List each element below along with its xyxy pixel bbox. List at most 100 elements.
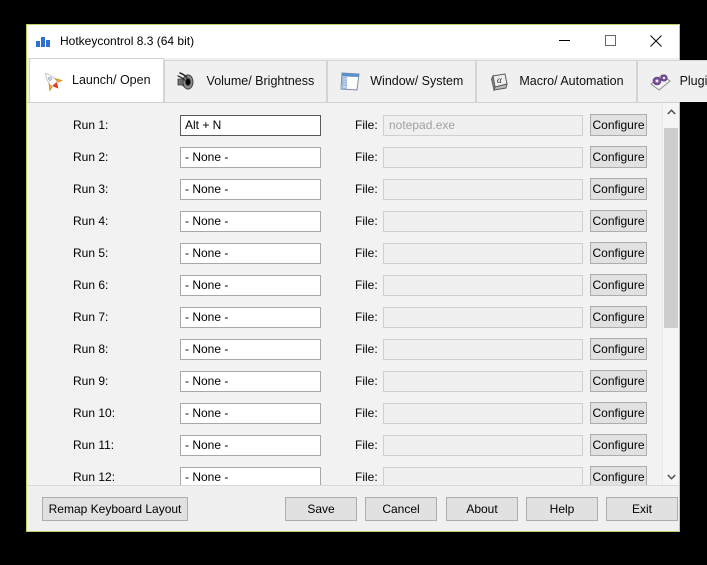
file-input[interactable] [383,338,583,360]
run-label: Run 5: [73,246,109,260]
configure-button[interactable]: Configure [590,146,647,168]
hotkey-input[interactable]: - None - [180,242,321,264]
run-label: Run 7: [73,310,109,324]
hotkey-input[interactable]: - None - [180,178,321,200]
hotkey-input[interactable]: - None - [180,210,321,232]
hotkey-input[interactable]: Alt + N [180,114,321,136]
file-label: File: [355,470,378,484]
rocket-icon [39,68,65,94]
cancel-button[interactable]: Cancel [365,497,437,521]
hotkey-rows: Run 1: Alt + N File: notepad.exe Configure Ru… [27,103,679,485]
file-input[interactable] [383,274,583,296]
tab-label: Plugins [679,74,707,89]
hotkey-input[interactable]: - None - [180,434,321,456]
bar-chart-icon [36,33,52,49]
file-label: File: [355,278,378,292]
configure-button[interactable]: Configure [590,178,647,200]
hotkey-input[interactable]: - None - [180,370,321,392]
window-controls [541,25,679,57]
hotkey-row: Run 4: - None - File: Configure [27,205,679,237]
hotkey-row: Run 7: - None - File: Configure [27,301,679,333]
file-input[interactable]: notepad.exe [383,114,583,136]
file-input[interactable] [383,306,583,328]
file-label: File: [355,118,378,132]
configure-button[interactable]: Configure [590,338,647,360]
title-bar: Hotkeycontrol 8.3 (64 bit) [27,25,679,58]
configure-button[interactable]: Configure [590,466,647,485]
file-input[interactable] [383,242,583,264]
file-label: File: [355,246,378,260]
configure-button[interactable]: Configure [590,210,647,232]
tab-macro-automation[interactable]: α Macro/ Automation [476,60,637,102]
file-label: File: [355,438,378,452]
hotkey-input[interactable]: - None - [180,466,321,485]
keycap-icon: α [486,69,512,95]
file-label: File: [355,374,378,388]
remap-keyboard-layout-button[interactable]: Remap Keyboard Layout [42,497,188,521]
close-icon[interactable] [633,25,679,56]
file-label: File: [355,150,378,164]
configure-button[interactable]: Configure [590,306,647,328]
help-button[interactable]: Help [526,497,598,521]
window-icon [337,69,363,95]
vertical-scrollbar[interactable] [662,103,679,485]
gears-icon [647,69,673,95]
file-input[interactable] [383,434,583,456]
minimize-icon[interactable] [541,25,587,56]
hotkey-row: Run 11: - None - File: Configure [27,429,679,461]
tab-window-system[interactable]: Window/ System [327,60,477,102]
tab-launch-open[interactable]: Launch/ Open [29,58,164,102]
file-input[interactable] [383,178,583,200]
file-input[interactable] [383,466,583,485]
hotkey-input[interactable]: - None - [180,274,321,296]
file-label: File: [355,310,378,324]
tab-label: Window/ System [370,74,464,89]
chevron-up-icon[interactable] [663,103,679,120]
configure-button[interactable]: Configure [590,114,647,136]
configure-button[interactable]: Configure [590,274,647,296]
about-button[interactable]: About [446,497,518,521]
run-label: Run 12: [73,470,116,484]
file-label: File: [355,406,378,420]
run-label: Run 2: [73,150,109,164]
configure-button[interactable]: Configure [590,242,647,264]
tab-label: Volume/ Brightness [206,74,315,89]
file-input[interactable] [383,210,583,232]
run-label: Run 10: [73,406,116,420]
hotkey-row: Run 2: - None - File: Configure [27,141,679,173]
window-title: Hotkeycontrol 8.3 (64 bit) [60,34,195,48]
file-input[interactable] [383,146,583,168]
hotkey-row: Run 6: - None - File: Configure [27,269,679,301]
scrollbar-thumb[interactable] [664,128,678,328]
configure-button[interactable]: Configure [590,434,647,456]
tab-volume-brightness[interactable]: Volume/ Brightness [163,60,328,102]
tab-plugins[interactable]: Plugins [636,60,707,102]
speaker-icon [174,69,200,95]
exit-button[interactable]: Exit [606,497,678,521]
file-label: File: [355,342,378,356]
desktop-background: Hotkeycontrol 8.3 (64 bit) Launch/ Open … [0,0,707,565]
file-label: File: [355,182,378,196]
hotkey-row: Run 5: - None - File: Configure [27,237,679,269]
file-input[interactable] [383,370,583,392]
save-button[interactable]: Save [285,497,357,521]
hotkey-input[interactable]: - None - [180,402,321,424]
hotkey-row: Run 10: - None - File: Configure [27,397,679,429]
hotkey-row: Run 8: - None - File: Configure [27,333,679,365]
chevron-down-icon[interactable] [663,468,679,485]
hotkey-input[interactable]: - None - [180,146,321,168]
maximize-icon[interactable] [587,25,633,56]
application-window: Hotkeycontrol 8.3 (64 bit) Launch/ Open … [26,24,707,532]
hotkey-row: Run 9: - None - File: Configure [27,365,679,397]
hotkey-input[interactable]: - None - [180,306,321,328]
file-input[interactable] [383,402,583,424]
hotkey-input[interactable]: - None - [180,338,321,360]
tab-label: Macro/ Automation [519,74,624,89]
run-label: Run 1: [73,118,109,132]
tab-label: Launch/ Open [72,73,151,88]
hotkey-list-panel: Run 1: Alt + N File: notepad.exe Configure Ru… [27,103,679,485]
run-label: Run 6: [73,278,109,292]
configure-button[interactable]: Configure [590,370,647,392]
run-label: Run 11: [73,438,115,452]
configure-button[interactable]: Configure [590,402,647,424]
